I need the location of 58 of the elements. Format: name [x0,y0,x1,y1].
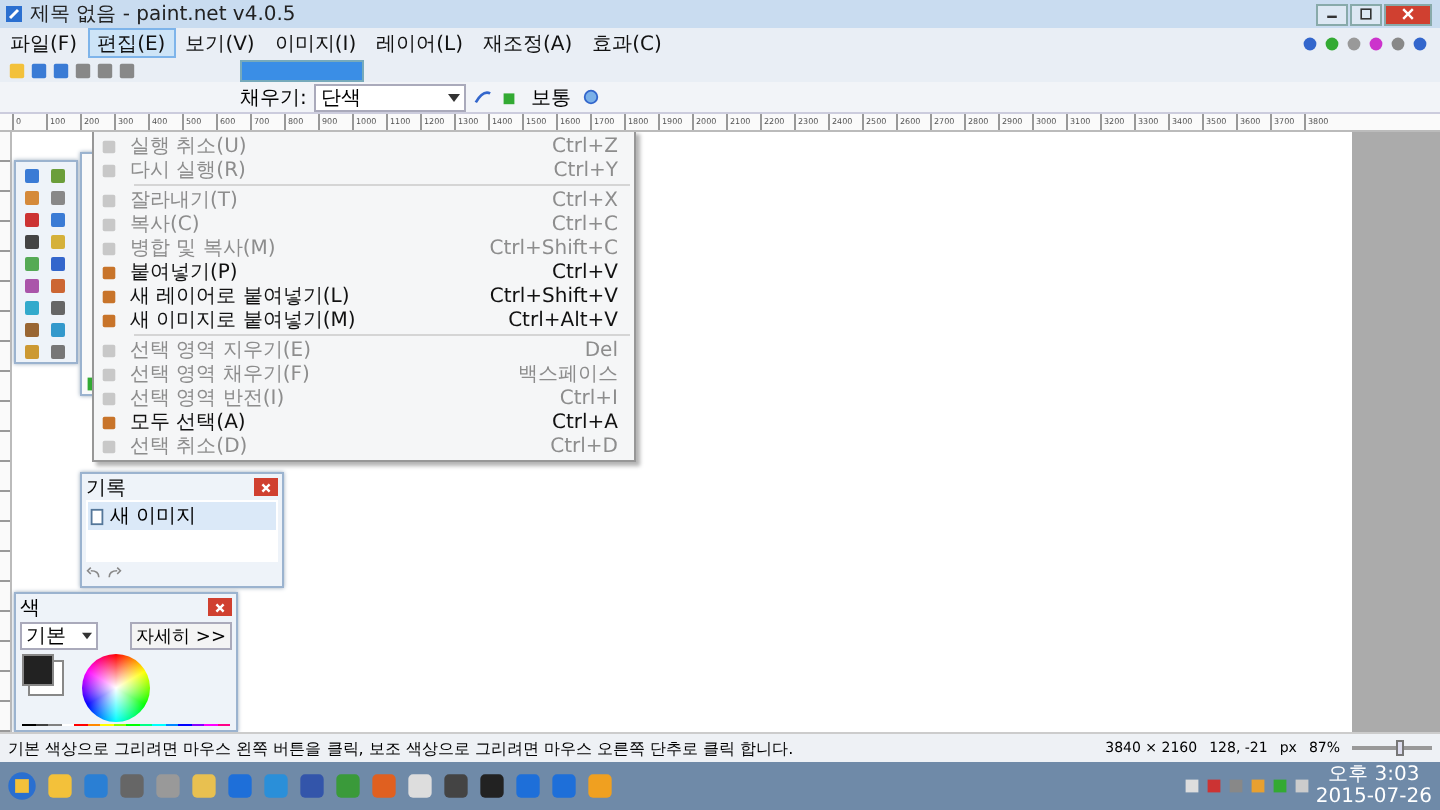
taskbar-app-icon[interactable] [46,772,74,800]
tool-icon[interactable] [20,232,44,252]
taskbar-app-icon[interactable] [442,772,470,800]
taskbar-app-icon[interactable] [478,772,506,800]
color-wheel[interactable] [82,654,150,722]
menu-item[interactable]: 이미지(I) [264,28,367,58]
fill-dropdown[interactable]: 단색 [314,83,467,111]
close-button[interactable] [254,478,278,496]
close-icon [1400,6,1416,22]
clock-time: 오후 3:03 [1328,764,1420,786]
tool-icon[interactable] [46,210,70,230]
selection-mode-icon[interactable] [582,88,601,106]
menu-item[interactable]: 새 레이어로 붙여넣기(L) Ctrl+Shift+V [94,284,634,308]
maximize-icon [1358,6,1374,22]
menu-item[interactable]: 편집(E) [87,28,176,58]
caret-icon [448,93,461,101]
tool-icon[interactable] [20,166,44,186]
tool-icon[interactable] [46,298,70,318]
menu-item[interactable]: 재조정(A) [472,28,583,58]
tool-icon[interactable] [46,254,70,274]
antialiasing-icon[interactable] [474,88,493,106]
status-hint: 기본 색상으로 그리려면 마우스 왼쪽 버튼을 클릭, 보조 색상으로 그리려면 마우스 오른쪽 단추로 클릭 합니다. [8,737,796,759]
menu-item[interactable]: 효과(C) [582,28,672,58]
close-icon [214,601,226,613]
tool-icon[interactable] [20,210,44,230]
clock-date: 2015-07-26 [1315,786,1432,808]
menu-item[interactable]: 붙여넣기(P) Ctrl+V [94,260,634,284]
blend-mode-icon[interactable] [500,88,519,106]
caret-icon [82,632,92,640]
window-title: 제목 없음 - paint.net v4.0.5 [30,2,298,28]
taskbar-app-icon[interactable] [406,772,434,800]
tool-icon[interactable] [20,276,44,296]
taskbar-app-icon[interactable] [298,772,326,800]
close-button[interactable] [208,598,232,616]
fill-label: 채우기: [240,85,307,111]
zoom-slider-thumb[interactable] [1395,740,1404,756]
more-button[interactable]: 자세히 >> [130,622,232,650]
image-thumbnail-tab[interactable] [240,59,364,81]
app-logo-icon [4,4,24,24]
taskbar-app-icon[interactable] [190,772,218,800]
menu-item[interactable]: 새 이미지로 붙여넣기(M) Ctrl+Alt+V [94,308,634,332]
menu-item[interactable]: 레이어(L) [366,28,473,58]
menu-item[interactable]: 모두 선택(A) Ctrl+A [94,410,634,434]
start-button-icon[interactable] [6,770,38,802]
menu-item[interactable]: 보기(V) [175,28,265,58]
undo-icon[interactable] [86,566,102,582]
minimize-button[interactable] [1316,3,1348,25]
menu-item[interactable]: 파일(F) [0,28,88,58]
panel-title: 기록 [86,475,126,501]
tool-icon[interactable] [20,320,44,340]
maximize-button[interactable] [1350,3,1382,25]
blend-mode-dropdown[interactable]: 보통 [526,84,575,110]
tool-icon[interactable] [46,342,70,362]
redo-icon[interactable] [106,566,122,582]
close-icon [260,481,272,493]
color-mode-dropdown[interactable]: 기본 [20,622,98,650]
close-button[interactable] [1384,3,1432,25]
panel-title: 색 [20,595,40,621]
